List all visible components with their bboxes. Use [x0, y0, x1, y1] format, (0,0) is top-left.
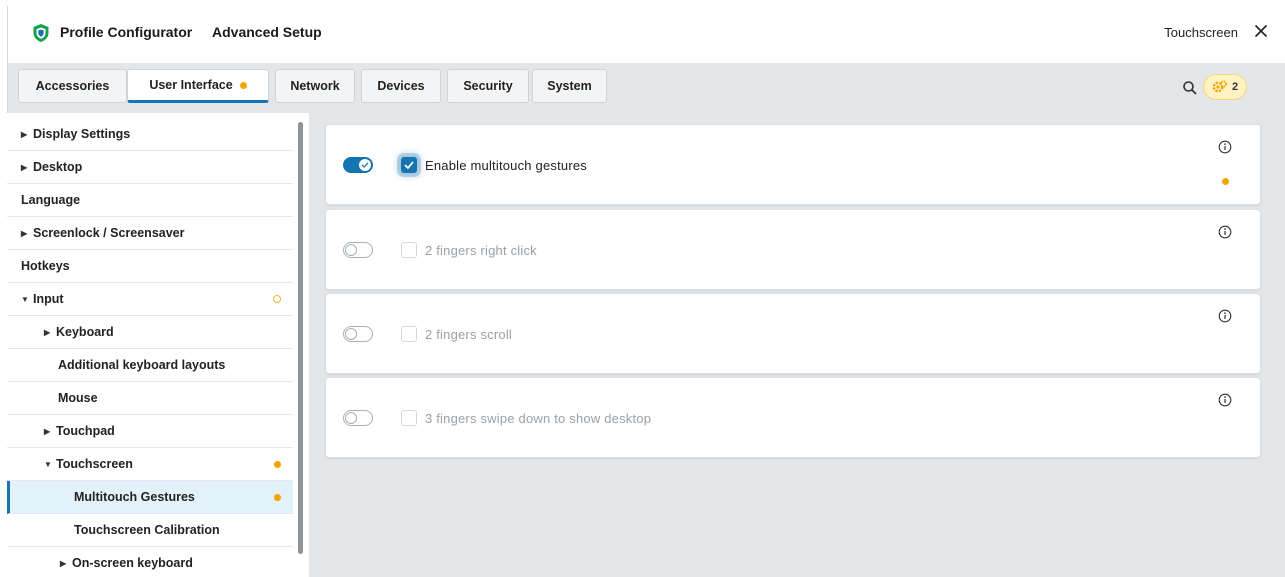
sidebar-item-label: Touchscreen [56, 457, 133, 471]
gear-changes-icon [1212, 80, 1227, 93]
tab-label: Security [463, 79, 513, 93]
sidebar-item-touchscreen[interactable]: ▼ Touchscreen [7, 448, 293, 481]
shield-icon [33, 24, 49, 42]
caret-down-icon: ▼ [21, 294, 29, 304]
sidebar-item-mouse[interactable]: Mouse [7, 382, 293, 415]
sidebar-item-keyboard[interactable]: ▶ Keyboard [7, 316, 293, 349]
close-icon[interactable] [1251, 21, 1271, 41]
sidebar-item-label: Additional keyboard layouts [58, 358, 226, 372]
tab-label: System [547, 79, 592, 93]
setting-checkbox[interactable] [401, 242, 417, 258]
sidebar-item-language[interactable]: Language [7, 184, 293, 217]
sidebar-item-label: Display Settings [33, 127, 131, 141]
caret-down-icon: ▼ [44, 459, 52, 469]
tab-user-interface[interactable]: User Interface [127, 69, 269, 103]
modified-dot [239, 81, 247, 89]
sidebar: ▶ Display Settings ▶ Desktop Language ▶ … [7, 113, 309, 577]
sidebar-item-input[interactable]: ▼ Input [7, 283, 293, 316]
changes-badge-button[interactable]: 2 [1203, 74, 1247, 100]
caret-right-icon: ▶ [44, 327, 51, 337]
setting-label: 2 fingers scroll [425, 327, 513, 342]
setting-toggle[interactable] [343, 157, 373, 173]
setting-label: 3 fingers swipe down to show desktop [425, 411, 652, 426]
setting-label: Enable multitouch gestures [425, 158, 588, 173]
sidebar-item-desktop[interactable]: ▶ Desktop [7, 151, 293, 184]
caret-right-icon: ▶ [21, 228, 28, 238]
setting-card-two-finger-right-click: 2 fingers right click [325, 209, 1261, 290]
caret-right-icon: ▶ [44, 426, 51, 436]
modified-dot [274, 461, 281, 468]
tab-label: Network [290, 79, 340, 93]
changes-count: 2 [1231, 81, 1239, 93]
caret-right-icon: ▶ [60, 558, 67, 568]
sidebar-item-label: Hotkeys [21, 259, 70, 273]
modified-dot [1222, 178, 1229, 185]
setting-card-three-finger-swipe: 3 fingers swipe down to show desktop [325, 377, 1261, 458]
sidebar-item-display-settings[interactable]: ▶ Display Settings [7, 118, 293, 151]
app-title: Profile Configurator [60, 24, 193, 40]
partial-modified-indicator [273, 295, 281, 303]
sidebar-item-touchpad[interactable]: ▶ Touchpad [7, 415, 293, 448]
sidebar-item-label: Input [33, 292, 64, 306]
sidebar-item-label: On-screen keyboard [72, 556, 193, 570]
search-icon[interactable] [1181, 79, 1199, 97]
sidebar-item-label: Language [21, 193, 81, 207]
modified-dot [274, 494, 281, 501]
sidebar-item-label: Mouse [58, 391, 98, 405]
caret-right-icon: ▶ [21, 162, 28, 172]
tab-security[interactable]: Security [447, 69, 529, 103]
check-icon [361, 162, 369, 168]
sidebar-item-label: Touchpad [56, 424, 115, 438]
title-bar: Profile Configurator Advanced Setup Touc… [8, 6, 1285, 63]
info-icon[interactable] [1218, 225, 1232, 239]
tab-network[interactable]: Network [275, 69, 355, 103]
check-icon [404, 161, 414, 170]
setting-card-multitouch: Enable multitouch gestures [325, 124, 1261, 205]
tab-accessories[interactable]: Accessories [18, 69, 127, 103]
sidebar-item-touchscreen-calibration[interactable]: Touchscreen Calibration [7, 514, 293, 547]
setting-toggle[interactable] [343, 326, 373, 342]
tab-bar: Accessories User Interface Network Devic… [8, 63, 1285, 110]
tab-label: Devices [377, 79, 425, 93]
sidebar-item-additional-keyboard-layouts[interactable]: Additional keyboard layouts [7, 349, 293, 382]
setting-checkbox[interactable] [401, 157, 417, 173]
sidebar-item-hotkeys[interactable]: Hotkeys [7, 250, 293, 283]
sidebar-item-label: Touchscreen Calibration [74, 523, 220, 537]
app-subtitle: Advanced Setup [212, 24, 322, 40]
sidebar-item-label: Keyboard [56, 325, 114, 339]
info-icon[interactable] [1218, 140, 1232, 154]
sidebar-item-label: Screenlock / Screensaver [33, 226, 185, 240]
setting-toggle[interactable] [343, 410, 373, 426]
sidebar-item-on-screen-keyboard[interactable]: ▶ On-screen keyboard [7, 547, 293, 577]
setting-card-two-finger-scroll: 2 fingers scroll [325, 293, 1261, 374]
tab-label: User Interface [149, 78, 233, 92]
info-icon[interactable] [1218, 393, 1232, 407]
sidebar-item-label: Multitouch Gestures [74, 490, 195, 504]
tab-system[interactable]: System [532, 69, 607, 103]
setting-label: 2 fingers right click [425, 243, 537, 258]
setting-checkbox[interactable] [401, 410, 417, 426]
context-label: Touchscreen [1164, 25, 1238, 40]
sidebar-item-label: Desktop [33, 160, 83, 174]
tab-devices[interactable]: Devices [361, 69, 441, 103]
setting-checkbox[interactable] [401, 326, 417, 342]
sidebar-item-multitouch-gestures[interactable]: Multitouch Gestures [7, 481, 293, 514]
setting-toggle[interactable] [343, 242, 373, 258]
sidebar-scrollbar[interactable] [298, 122, 303, 554]
tab-label: Accessories [35, 79, 110, 93]
caret-right-icon: ▶ [21, 129, 28, 139]
sidebar-item-screenlock[interactable]: ▶ Screenlock / Screensaver [7, 217, 293, 250]
info-icon[interactable] [1218, 309, 1232, 323]
